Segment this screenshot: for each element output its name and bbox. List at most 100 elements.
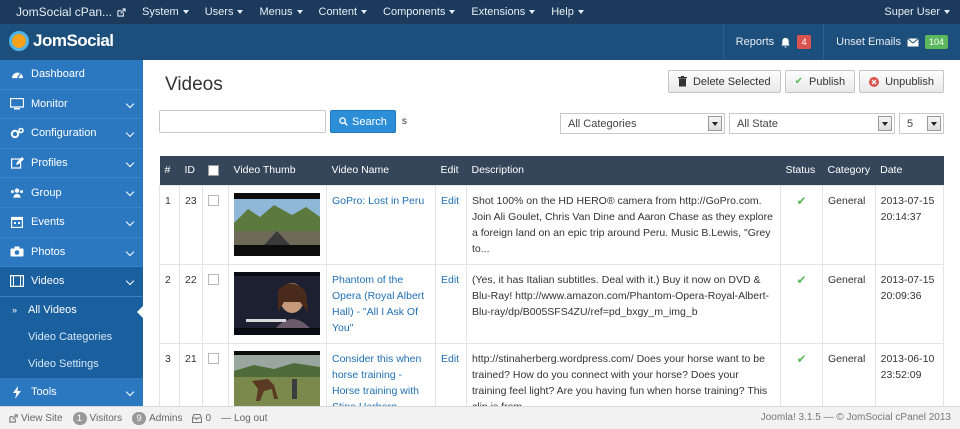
published-check-icon[interactable]: ✔ bbox=[796, 352, 806, 366]
menu-extensions[interactable]: Extensions bbox=[463, 6, 543, 18]
edit-link[interactable]: Edit bbox=[441, 353, 459, 365]
sidebar-item-dashboard[interactable]: Dashboard bbox=[0, 60, 143, 90]
logout-link[interactable]: — Log out bbox=[221, 413, 267, 424]
row-checkbox[interactable] bbox=[208, 273, 219, 285]
menu-content[interactable]: Content bbox=[311, 6, 376, 18]
sidebar-item-configuration[interactable]: Configuration bbox=[0, 119, 143, 149]
video-thumbnail[interactable] bbox=[234, 350, 320, 414]
row-status: ✔ bbox=[780, 184, 823, 265]
admin-topbar: JomSocial cPan... System Users Menus Con… bbox=[0, 0, 960, 24]
separator-dash: — bbox=[221, 412, 232, 424]
search-button[interactable]: Search bbox=[330, 110, 396, 133]
sidebar-item-profiles[interactable]: Profiles bbox=[0, 149, 143, 179]
state-filter-select[interactable]: All State bbox=[729, 113, 895, 134]
col-num: # bbox=[159, 156, 180, 185]
jomsocial-logo[interactable]: JomSocial bbox=[9, 31, 114, 51]
trash-icon bbox=[677, 76, 687, 87]
publish-button[interactable]: ✔ Publish bbox=[784, 70, 856, 93]
menu-help[interactable]: Help bbox=[543, 6, 592, 18]
row-date: 2013-07-15 20:09:36 bbox=[874, 263, 945, 344]
reports-badge: 4 bbox=[797, 35, 812, 49]
envelope-icon bbox=[907, 37, 919, 46]
caret-down-icon bbox=[577, 10, 584, 14]
row-id: 23 bbox=[179, 184, 203, 265]
check-icon: ✔ bbox=[794, 76, 803, 87]
row-checkbox[interactable] bbox=[208, 194, 219, 206]
col-edit: Edit bbox=[435, 156, 467, 185]
delete-selected-button[interactable]: Delete Selected bbox=[667, 70, 781, 93]
table-row: 2 22 Phantom of the Opera (Royal Albert … bbox=[159, 263, 945, 344]
sidebar-item-tools[interactable]: Tools bbox=[0, 378, 143, 408]
bell-icon bbox=[781, 37, 790, 48]
unset-emails-link[interactable]: Unset Emails 104 bbox=[823, 24, 960, 60]
logo-text: JomSocial bbox=[33, 31, 114, 50]
row-checkbox[interactable] bbox=[208, 352, 219, 364]
external-link-icon bbox=[117, 7, 126, 17]
row-description: Shot 100% on the HD HERO® camera from ht… bbox=[466, 184, 781, 265]
limit-select[interactable]: 5 bbox=[899, 113, 944, 134]
status-footer: View Site 1 Visitors 9 Admins 0 — Log ou… bbox=[0, 406, 960, 429]
user-name: Super User bbox=[884, 6, 940, 18]
topbar-brand[interactable]: JomSocial cPan... bbox=[0, 5, 134, 19]
row-category: General bbox=[822, 263, 876, 344]
row-thumb bbox=[228, 263, 327, 344]
table-header-row: # ID Video Thumb Video Name Edit Descrip… bbox=[159, 156, 944, 185]
caret-down-icon bbox=[182, 10, 189, 14]
video-thumbnail[interactable] bbox=[234, 192, 320, 256]
unset-emails-badge: 104 bbox=[924, 35, 948, 49]
sidebar-item-events[interactable]: Events bbox=[0, 208, 143, 238]
edit-link[interactable]: Edit bbox=[441, 274, 459, 286]
chevron-down-icon bbox=[125, 247, 135, 256]
category-filter-select[interactable]: All Categories bbox=[560, 113, 725, 134]
videos-table: # ID Video Thumb Video Name Edit Descrip… bbox=[159, 156, 945, 423]
reports-link[interactable]: Reports 4 bbox=[722, 24, 824, 60]
view-site-link[interactable]: View Site bbox=[9, 413, 63, 424]
main-content: Videos Delete Selected ✔ Publish Unpubli… bbox=[143, 60, 960, 423]
users-icon bbox=[10, 187, 24, 199]
menu-users[interactable]: Users bbox=[197, 6, 252, 18]
times-circle-icon bbox=[869, 76, 880, 87]
col-select-all bbox=[202, 156, 229, 185]
user-menu[interactable]: Super User bbox=[884, 0, 950, 24]
camera-icon bbox=[10, 246, 24, 258]
menu-system[interactable]: System bbox=[134, 6, 197, 18]
dropdown-arrow-icon bbox=[878, 116, 892, 131]
edit-icon bbox=[10, 157, 24, 169]
visitors-indicator: 1 Visitors bbox=[72, 411, 122, 425]
dropdown-arrow-icon bbox=[708, 116, 722, 131]
video-name-link[interactable]: Consider this when horse training - Hors… bbox=[332, 353, 421, 413]
caret-down-icon bbox=[296, 10, 303, 14]
messages-indicator[interactable]: 0 bbox=[192, 413, 211, 424]
menu-components[interactable]: Components bbox=[375, 6, 463, 18]
chevron-down-icon bbox=[125, 158, 135, 168]
col-id: ID bbox=[179, 156, 203, 185]
unpublish-button[interactable]: Unpublish bbox=[859, 70, 944, 93]
header-notifications: Reports 4 Unset Emails 104 bbox=[722, 24, 960, 60]
sidebar-subitem-video-settings[interactable]: Video Settings bbox=[0, 350, 143, 378]
sidebar-item-videos[interactable]: Videos bbox=[0, 267, 143, 297]
chevron-down-icon bbox=[125, 128, 135, 138]
published-check-icon[interactable]: ✔ bbox=[796, 273, 806, 287]
sidebar-subitem-video-categories[interactable]: Video Categories bbox=[0, 323, 143, 351]
topbar-menu: System Users Menus Content Components Ex… bbox=[134, 6, 592, 18]
topbar-brand-label: JomSocial cPan... bbox=[16, 5, 113, 19]
menu-menus[interactable]: Menus bbox=[251, 6, 310, 18]
published-check-icon[interactable]: ✔ bbox=[796, 194, 806, 208]
chevron-down-icon bbox=[125, 217, 135, 227]
chevron-down-icon bbox=[125, 99, 135, 108]
sidebar-item-group[interactable]: Group bbox=[0, 178, 143, 208]
sidebar-item-monitor[interactable]: Monitor bbox=[0, 90, 143, 120]
row-name: GoPro: Lost in Peru bbox=[326, 184, 436, 265]
row-num: 1 bbox=[159, 184, 180, 265]
select-all-checkbox[interactable] bbox=[207, 164, 219, 176]
calendar-icon bbox=[10, 216, 24, 229]
monitor-icon bbox=[10, 97, 24, 110]
chevron-down-icon bbox=[125, 188, 135, 197]
sidebar-subitem-all-videos[interactable]: » All Videos bbox=[0, 296, 144, 324]
video-name-link[interactable]: GoPro: Lost in Peru bbox=[332, 195, 424, 207]
sidebar-item-photos[interactable]: Photos bbox=[0, 238, 143, 268]
video-thumbnail[interactable] bbox=[234, 271, 320, 335]
edit-link[interactable]: Edit bbox=[441, 195, 459, 207]
search-input[interactable] bbox=[159, 110, 326, 133]
video-name-link[interactable]: Phantom of the Opera (Royal Albert Hall)… bbox=[332, 274, 424, 334]
